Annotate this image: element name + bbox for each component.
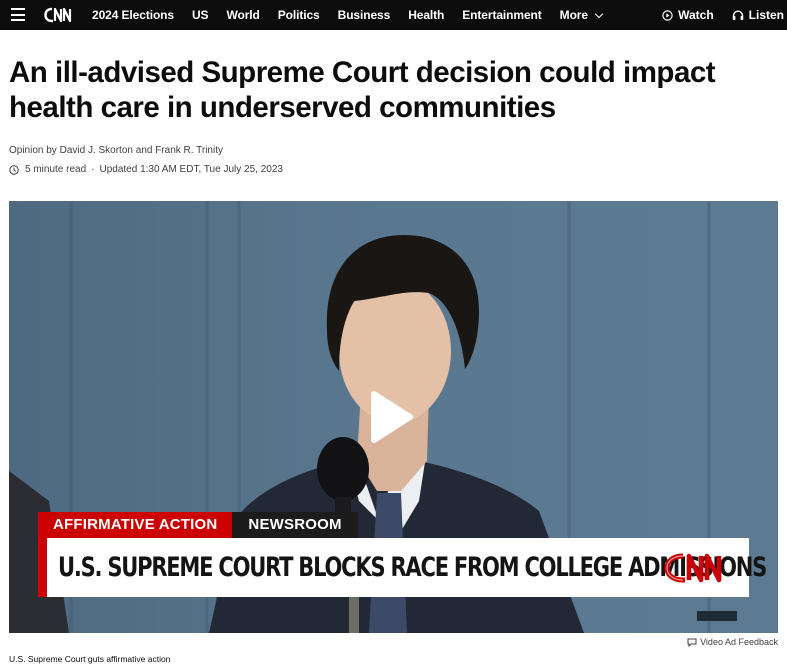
nav-link-business[interactable]: Business xyxy=(338,8,391,22)
nav-link-health[interactable]: Health xyxy=(408,8,444,22)
listen-label: Listen xyxy=(748,8,784,22)
nav-more-label: More xyxy=(559,8,588,22)
watch-button[interactable]: Watch xyxy=(662,8,714,22)
byline: Opinion by David J. Skorton and Frank R.… xyxy=(9,145,223,156)
read-time: 5 minute read xyxy=(25,164,87,175)
video-ad-feedback-link[interactable]: Video Ad Feedback xyxy=(687,637,778,647)
chyron-headline: U.S. SUPREME COURT BLOCKS RACE FROM COLL… xyxy=(58,552,767,583)
video-caption: U.S. Supreme Court guts affirmative acti… xyxy=(9,654,171,664)
section-links: 2024 Elections US World Politics Busines… xyxy=(92,0,620,30)
clock-icon xyxy=(9,164,19,175)
feedback-icon xyxy=(687,638,697,647)
nav-link-politics[interactable]: Politics xyxy=(278,8,320,22)
menu-icon[interactable] xyxy=(11,8,25,21)
article-headline: An ill-advised Supreme Court decision co… xyxy=(9,56,716,124)
chyron-banner: U.S. SUPREME COURT BLOCKS RACE FROM COLL… xyxy=(38,538,767,597)
watch-label: Watch xyxy=(678,8,714,22)
article-meta: 5 minute read · Updated 1:30 AM EDT, Tue… xyxy=(9,164,283,175)
byline-authors[interactable]: David J. Skorton and Frank R. Trinity xyxy=(60,145,223,156)
play-circle-icon xyxy=(662,9,673,21)
byline-prefix: Opinion by xyxy=(9,145,57,156)
nav-actions: Watch Listen xyxy=(662,0,787,30)
cnn-logo xyxy=(664,553,722,583)
nav-link-entertainment[interactable]: Entertainment xyxy=(462,8,541,22)
chyron-topic: AFFIRMATIVE ACTION xyxy=(38,512,233,538)
updated-timestamp: Updated 1:30 AM EDT, Tue July 25, 2023 xyxy=(99,164,283,175)
play-icon[interactable] xyxy=(370,390,414,444)
meta-separator: · xyxy=(91,164,95,175)
nav-more-button[interactable]: More xyxy=(559,8,604,22)
nav-link-us[interactable]: US xyxy=(192,8,209,22)
ad-feedback-label: Video Ad Feedback xyxy=(700,637,778,647)
nav-link-world[interactable]: World xyxy=(226,8,259,22)
network-bug xyxy=(697,611,737,621)
listen-button[interactable]: Listen xyxy=(732,8,784,22)
chyron-tags: AFFIRMATIVE ACTION NEWSROOM xyxy=(38,512,358,538)
chevron-down-icon xyxy=(594,9,604,18)
cnn-logo[interactable] xyxy=(44,6,75,24)
top-navigation: 2024 Elections US World Politics Busines… xyxy=(0,0,787,30)
nav-link-2024-elections[interactable]: 2024 Elections xyxy=(92,8,174,22)
chyron-show: NEWSROOM xyxy=(232,512,358,538)
headphones-icon xyxy=(732,10,743,20)
